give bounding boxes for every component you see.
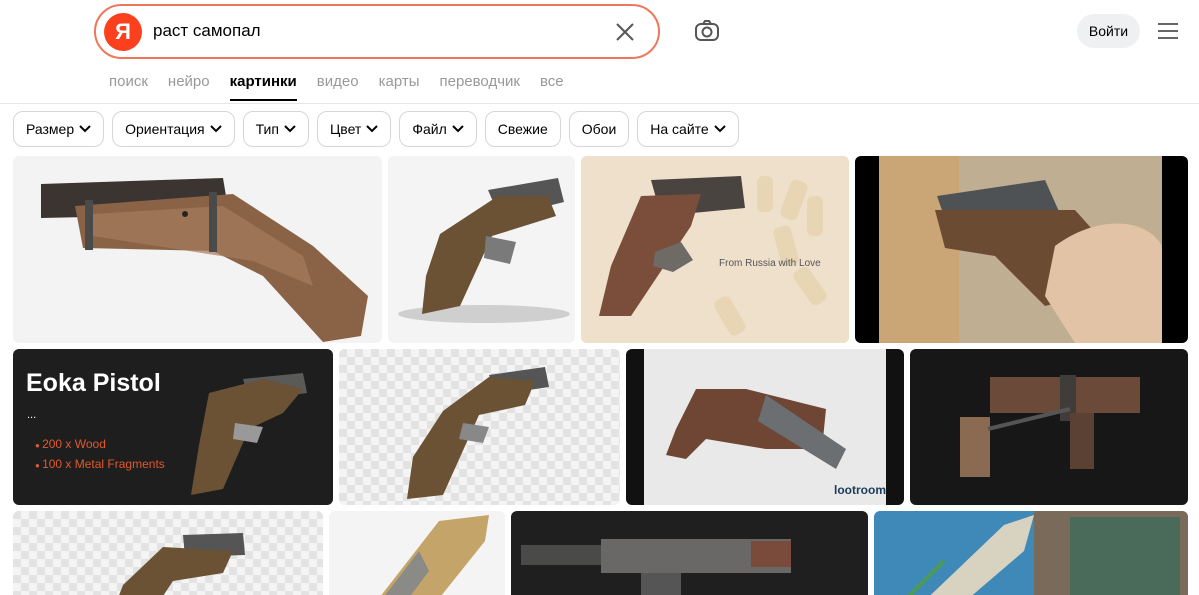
filter-file[interactable]: Файл xyxy=(399,111,477,147)
search-box[interactable]: Я раст самопал xyxy=(94,4,660,59)
search-input[interactable]: раст самопал xyxy=(153,21,261,41)
image-result[interactable] xyxy=(329,511,505,595)
filter-label: Файл xyxy=(412,121,447,137)
sketch-note: From Russia with Love xyxy=(719,258,821,269)
eoka-dots: ... xyxy=(27,409,37,421)
filter-size[interactable]: Размер xyxy=(13,111,105,147)
hamburger-menu-icon[interactable] xyxy=(1157,22,1179,40)
pistol-image xyxy=(381,515,489,595)
header-divider xyxy=(0,103,1199,104)
image-result[interactable]: lootroom xyxy=(626,349,904,505)
close-icon[interactable] xyxy=(612,19,638,45)
image-result[interactable] xyxy=(388,156,575,343)
pistol-image xyxy=(13,511,323,595)
filter-label: Ориентация xyxy=(125,121,205,137)
image-result[interactable] xyxy=(339,349,620,505)
login-button[interactable]: Войти xyxy=(1077,14,1140,48)
filter-on-site[interactable]: На сайте xyxy=(637,111,739,147)
pistol-in-hand-image xyxy=(879,156,1162,343)
image-result[interactable] xyxy=(874,511,1188,595)
image-result-eoka[interactable]: Eoka Pistol ... 200 x Wood 100 x Metal F… xyxy=(13,349,333,505)
filter-type[interactable]: Тип xyxy=(242,111,309,147)
tab-translator[interactable]: переводчик xyxy=(439,73,519,103)
eoka-items: 200 x Wood 100 x Metal Fragments xyxy=(35,435,165,475)
yandex-images-page: Я раст самопал Войти поиск нейро картинк… xyxy=(0,0,1199,595)
image-result[interactable] xyxy=(855,156,1188,343)
chevron-down-icon xyxy=(452,125,464,133)
chevron-down-icon xyxy=(713,125,726,133)
filter-label: Обои xyxy=(581,121,617,137)
tab-video[interactable]: видео xyxy=(317,73,359,103)
smg-image xyxy=(521,539,791,595)
tab-images[interactable]: картинки xyxy=(229,73,297,103)
image-result[interactable]: From Russia with Love xyxy=(581,156,849,343)
filter-fresh[interactable]: Свежие xyxy=(484,111,561,147)
pistol-image xyxy=(339,349,620,505)
image-result[interactable] xyxy=(910,349,1188,505)
filter-orientation[interactable]: Ориентация xyxy=(112,111,235,147)
chevron-down-icon xyxy=(209,125,222,133)
filter-color[interactable]: Цвет xyxy=(316,111,392,147)
image-result[interactable] xyxy=(511,511,868,595)
chevron-down-icon xyxy=(79,125,91,133)
chevron-down-icon xyxy=(284,125,296,133)
yandex-logo[interactable]: Я xyxy=(104,13,142,51)
watermark: lootroom xyxy=(834,483,886,497)
tab-search[interactable]: поиск xyxy=(109,73,148,103)
chevron-down-icon xyxy=(366,125,379,133)
pistol-image: From Russia with Love xyxy=(581,156,849,343)
filter-bar: Размер Ориентация Тип Цвет Файл Свежие О… xyxy=(13,111,739,147)
filter-label: Свежие xyxy=(497,121,548,137)
filter-label: На сайте xyxy=(650,121,709,137)
smg-image xyxy=(960,375,1140,477)
search-tabs: поиск нейро картинки видео карты перевод… xyxy=(109,73,564,103)
tab-all[interactable]: все xyxy=(540,73,564,103)
eoka-title: Eoka Pistol xyxy=(26,369,161,397)
filter-label: Тип xyxy=(255,121,279,137)
pistol-image xyxy=(644,349,886,505)
tab-maps[interactable]: карты xyxy=(379,73,420,103)
image-result[interactable] xyxy=(13,511,323,595)
pistol-image xyxy=(41,178,368,342)
filter-wallpapers[interactable]: Обои xyxy=(568,111,630,147)
filter-label: Цвет xyxy=(329,121,362,137)
tab-neuro[interactable]: нейро xyxy=(168,73,210,103)
filter-label: Размер xyxy=(26,121,75,137)
eoka-item: 200 x Wood xyxy=(35,435,165,455)
eoka-item: 100 x Metal Fragments xyxy=(35,455,165,475)
pistol-image xyxy=(907,511,1188,595)
camera-search-icon[interactable] xyxy=(693,17,721,45)
image-result[interactable] xyxy=(13,156,382,343)
pistol-image xyxy=(398,178,570,323)
